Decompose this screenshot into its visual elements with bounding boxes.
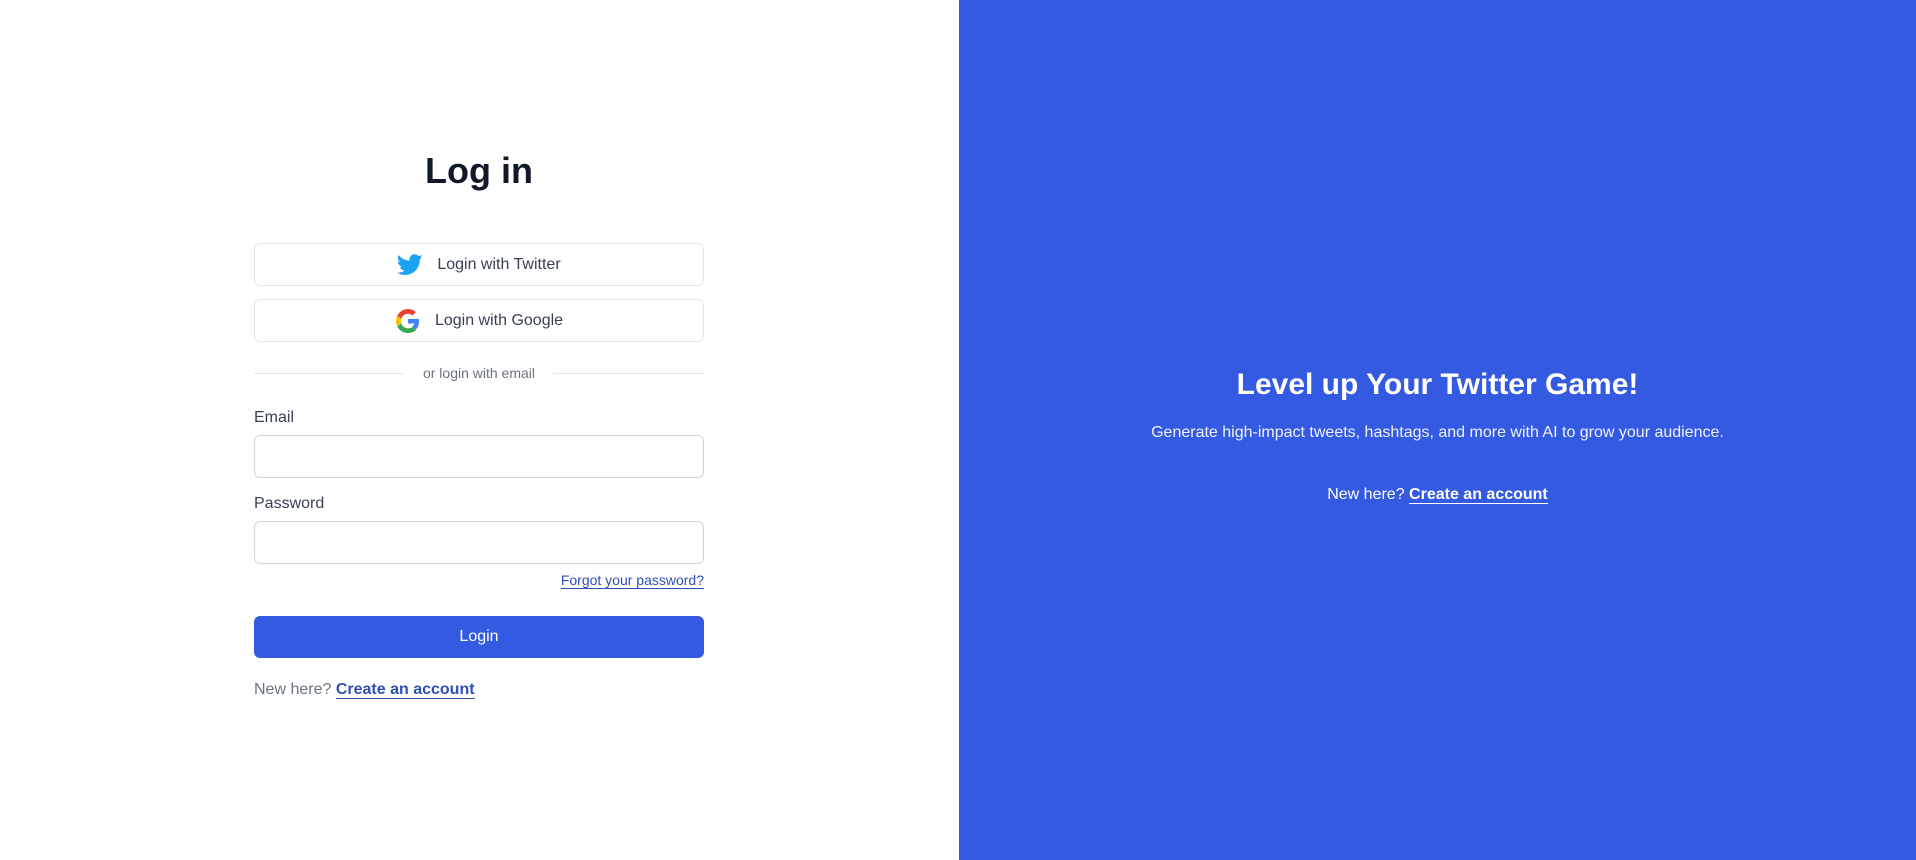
promo-create-account-link[interactable]: Create an account bbox=[1409, 486, 1548, 504]
password-field[interactable] bbox=[254, 521, 704, 564]
divider-line-right bbox=[553, 372, 704, 374]
twitter-button-label: Login with Twitter bbox=[437, 255, 561, 273]
divider-text: or login with email bbox=[422, 365, 536, 381]
login-panel: Log in Login with Twitter Login with Goo… bbox=[0, 0, 959, 860]
signup-prompt-text: New here? bbox=[254, 681, 332, 698]
login-with-twitter-button[interactable]: Login with Twitter bbox=[254, 243, 704, 286]
promo-content: Level up Your Twitter Game! Generate hig… bbox=[959, 368, 1916, 504]
signup-prompt: New here? Create an account bbox=[254, 681, 475, 699]
promo-signup-text: New here? bbox=[1327, 486, 1405, 503]
email-divider: or login with email bbox=[254, 363, 704, 383]
google-icon bbox=[395, 308, 421, 334]
promo-subtitle: Generate high-impact tweets, hashtags, a… bbox=[1151, 424, 1724, 441]
login-button[interactable]: Login bbox=[254, 616, 704, 658]
promo-signup-prompt: New here? Create an account bbox=[959, 486, 1916, 504]
page-title: Log in bbox=[425, 150, 533, 191]
promo-title: Level up Your Twitter Game! bbox=[1236, 368, 1639, 401]
create-account-link[interactable]: Create an account bbox=[335, 681, 475, 699]
twitter-icon bbox=[397, 252, 423, 278]
email-field[interactable] bbox=[254, 435, 704, 478]
google-button-label: Login with Google bbox=[434, 311, 564, 329]
forgot-password-link[interactable]: Forgot your password? bbox=[560, 572, 704, 589]
promo-panel: Level up Your Twitter Game! Generate hig… bbox=[959, 0, 1916, 860]
divider-line-left bbox=[254, 372, 405, 374]
password-label: Password bbox=[254, 495, 325, 512]
email-label: Email bbox=[254, 409, 295, 426]
login-with-google-button[interactable]: Login with Google bbox=[254, 299, 704, 342]
